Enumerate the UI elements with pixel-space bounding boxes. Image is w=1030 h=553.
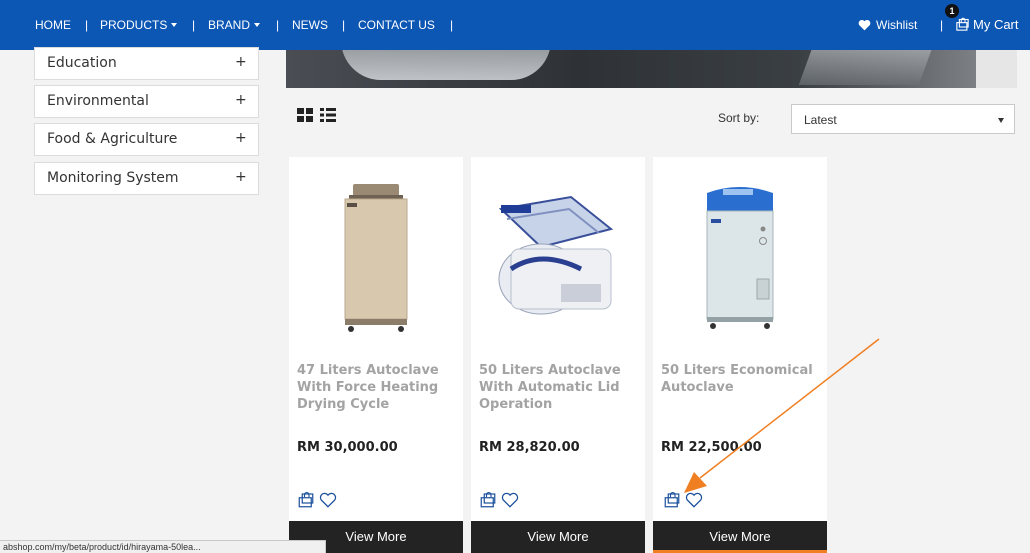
product-image[interactable] — [289, 169, 463, 349]
top-navigation-bar: HOME | PRODUCTS | BRAND | NEWS | CONTACT… — [0, 0, 1030, 50]
nav-separator: | — [450, 18, 454, 32]
browser-status-url: abshop.com/my/beta/product/id/hirayama-5… — [0, 540, 326, 553]
wishlist-link[interactable]: Wishlist — [858, 0, 917, 50]
shopping-bag-icon — [956, 17, 969, 31]
sort-by-label: Sort by: — [718, 111, 760, 125]
chevron-down-icon — [254, 22, 261, 27]
sidebar-item-environmental[interactable]: Environmental + — [34, 85, 259, 118]
plus-icon[interactable]: + — [235, 169, 247, 185]
product-name[interactable]: 50 Liters Economical Autoclave — [661, 362, 821, 396]
sidebar-item-label: Monitoring System — [47, 170, 179, 186]
nav-separator: | — [342, 18, 346, 32]
product-image[interactable] — [653, 169, 827, 349]
my-cart-label: My Cart — [973, 17, 1019, 32]
wishlist-heart-icon[interactable] — [501, 491, 519, 509]
product-card: 50 Liters Economical Autoclave RM 22,500… — [653, 157, 827, 553]
sidebar-item-label: Environmental — [47, 93, 149, 109]
chevron-down-icon — [998, 118, 1004, 123]
nav-brand-label: BRAND — [208, 18, 251, 32]
sort-select[interactable]: Latest — [791, 104, 1015, 134]
product-name[interactable]: 47 Liters Autoclave With Force Heating D… — [297, 362, 457, 413]
view-more-button[interactable]: View More — [471, 521, 645, 553]
wishlist-heart-icon[interactable] — [685, 491, 703, 509]
plus-icon[interactable]: + — [235, 54, 247, 70]
cart-count-badge: 1 — [945, 4, 959, 18]
sidebar-item-label: Education — [47, 55, 117, 71]
product-image[interactable] — [471, 169, 645, 349]
nav-products[interactable]: PRODUCTS — [100, 0, 178, 50]
nav-products-label: PRODUCTS — [100, 18, 168, 32]
chevron-down-icon — [171, 22, 178, 27]
product-price: RM 28,820.00 — [479, 440, 580, 455]
add-to-cart-icon[interactable] — [479, 491, 497, 509]
product-price: RM 30,000.00 — [297, 440, 398, 455]
sidebar-item-food-agriculture[interactable]: Food & Agriculture + — [34, 123, 259, 156]
heart-icon — [858, 19, 871, 31]
hero-banner-image — [286, 50, 1017, 88]
view-more-button[interactable]: View More — [653, 521, 827, 553]
product-price: RM 22,500.00 — [661, 440, 762, 455]
wishlist-heart-icon[interactable] — [319, 491, 337, 509]
nav-brand[interactable]: BRAND — [208, 0, 261, 50]
add-to-cart-icon[interactable] — [297, 491, 315, 509]
list-view-icon[interactable] — [320, 108, 336, 122]
product-card: 50 Liters Autoclave With Automatic Lid O… — [471, 157, 645, 553]
add-to-cart-icon[interactable] — [663, 491, 681, 509]
product-card: 47 Liters Autoclave With Force Heating D… — [289, 157, 463, 553]
nav-separator: | — [940, 18, 944, 32]
sidebar-item-label: Food & Agriculture — [47, 131, 178, 147]
sidebar-item-education[interactable]: Education + — [34, 47, 259, 80]
nav-contact-us[interactable]: CONTACT US — [358, 0, 435, 50]
wishlist-label: Wishlist — [876, 18, 918, 32]
plus-icon[interactable]: + — [235, 130, 247, 146]
nav-home[interactable]: HOME — [35, 0, 71, 50]
my-cart-link[interactable]: My Cart — [955, 0, 1019, 50]
sort-select-value: Latest — [804, 113, 837, 127]
nav-news[interactable]: NEWS — [292, 0, 328, 50]
grid-view-icon[interactable] — [297, 108, 313, 122]
product-name[interactable]: 50 Liters Autoclave With Automatic Lid O… — [479, 362, 639, 413]
nav-separator: | — [276, 18, 280, 32]
sidebar-item-monitoring-system[interactable]: Monitoring System + — [34, 162, 259, 195]
plus-icon[interactable]: + — [235, 92, 247, 108]
nav-separator: | — [192, 18, 196, 32]
nav-separator: | — [85, 18, 89, 32]
